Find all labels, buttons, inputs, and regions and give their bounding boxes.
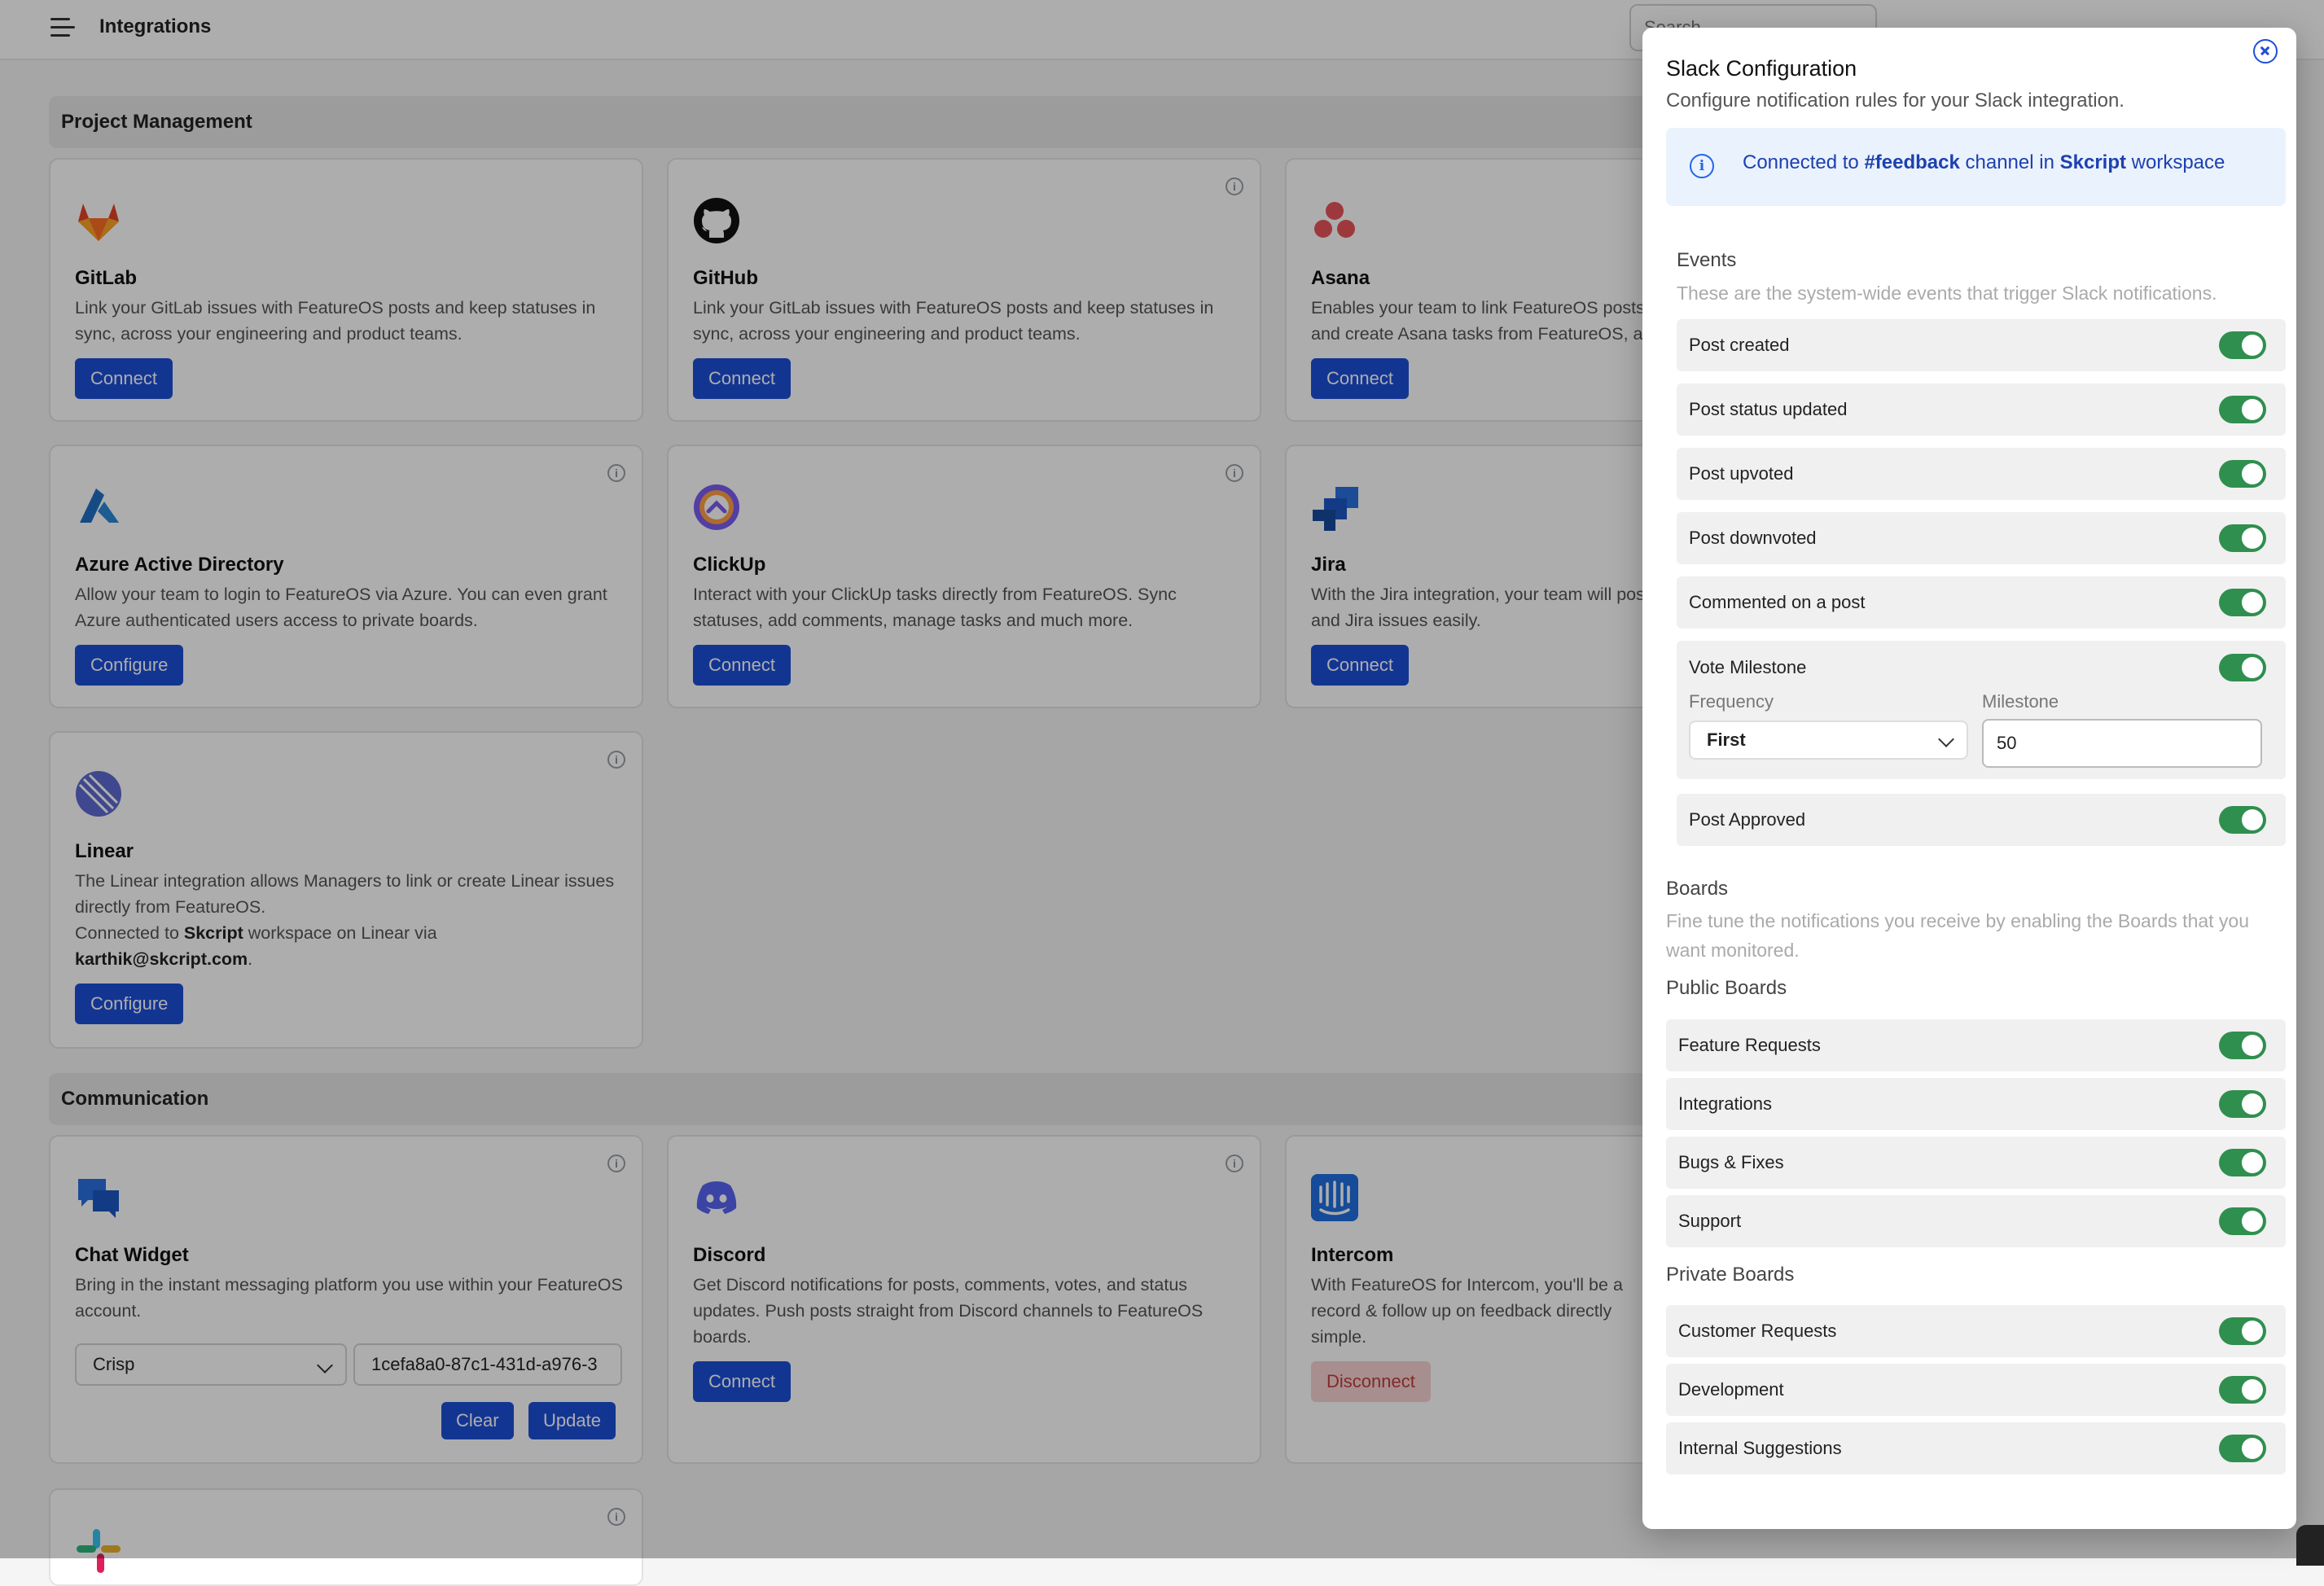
event-label: Post status updated [1689, 399, 1848, 419]
commented-on-a-post-toggle[interactable] [2219, 589, 2266, 616]
board-row-development: Development [1666, 1364, 2286, 1416]
private-boards-heading: Private Boards [1666, 1264, 1795, 1286]
post-approved-toggle[interactable] [2219, 806, 2266, 834]
feature-requests-toggle[interactable] [2219, 1032, 2266, 1059]
modal-title: Slack Configuration [1666, 56, 1857, 81]
customer-requests-toggle[interactable] [2219, 1317, 2266, 1345]
connection-banner-text: Connected to #feedback channel in Skcrip… [1743, 151, 2225, 173]
event-label: Vote Milestone [1689, 657, 1807, 677]
boards-description: Fine tune the notifications you receive … [1666, 910, 2250, 961]
board-label: Development [1678, 1379, 1784, 1400]
event-label: Post Approved [1689, 809, 1806, 830]
board-row-customer-requests: Customer Requests [1666, 1305, 2286, 1357]
board-row-internal-suggestions: Internal Suggestions [1666, 1422, 2286, 1474]
board-label: Support [1678, 1211, 1742, 1231]
event-row-vote-milestone: Vote Milestone Frequency Milestone First… [1677, 641, 2286, 779]
chevron-down-icon [1938, 731, 1954, 747]
board-label: Internal Suggestions [1678, 1438, 1842, 1458]
integrations-toggle[interactable] [2219, 1090, 2266, 1118]
event-label: Post upvoted [1689, 463, 1794, 484]
modal-subtitle: Configure notification rules for your Sl… [1666, 90, 2124, 112]
board-row-bugs-fixes: Bugs & Fixes [1666, 1137, 2286, 1189]
board-row-integrations: Integrations [1666, 1078, 2286, 1130]
post-created-toggle[interactable] [2219, 331, 2266, 359]
event-row-commented-on-a-post: Commented on a post [1677, 576, 2286, 629]
post-status-updated-toggle[interactable] [2219, 396, 2266, 423]
support-toggle[interactable] [2219, 1207, 2266, 1235]
post-downvoted-toggle[interactable] [2219, 524, 2266, 552]
event-row-post-downvoted: Post downvoted [1677, 512, 2286, 564]
event-label: Post downvoted [1689, 528, 1817, 548]
board-label: Customer Requests [1678, 1321, 1837, 1341]
milestone-input[interactable]: 50 [1982, 719, 2262, 768]
milestone-label: Milestone [1982, 691, 2059, 712]
board-row-support: Support [1666, 1195, 2286, 1247]
board-label: Integrations [1678, 1093, 1772, 1114]
connection-banner: i Connected to #feedback channel in Skcr… [1666, 128, 2286, 206]
event-row-post-approved: Post Approved [1677, 794, 2286, 846]
board-label: Feature Requests [1678, 1035, 1821, 1055]
post-upvoted-toggle[interactable] [2219, 460, 2266, 488]
development-toggle[interactable] [2219, 1376, 2266, 1404]
event-label: Post created [1689, 335, 1790, 355]
scroll-indicator[interactable] [2296, 1525, 2324, 1566]
boards-heading: Boards [1666, 878, 1729, 900]
slack-configuration-modal: Slack Configuration Configure notificati… [1642, 28, 2296, 1529]
close-icon[interactable] [2253, 39, 2278, 64]
frequency-label: Frequency [1689, 691, 1774, 712]
internal-suggestions-toggle[interactable] [2219, 1435, 2266, 1462]
info-icon: i [1690, 154, 1714, 178]
bugs-fixes-toggle[interactable] [2219, 1149, 2266, 1176]
event-row-post-created: Post created [1677, 319, 2286, 371]
vote-milestone-toggle[interactable] [2219, 654, 2266, 681]
frequency-select[interactable]: First [1689, 721, 1968, 760]
event-row-post-upvoted: Post upvoted [1677, 448, 2286, 500]
board-row-feature-requests: Feature Requests [1666, 1019, 2286, 1071]
channel-name: #feedback [1864, 151, 1960, 173]
board-label: Bugs & Fixes [1678, 1152, 1784, 1172]
public-boards-heading: Public Boards [1666, 977, 1787, 999]
events-heading: Events [1677, 249, 1737, 271]
event-label: Commented on a post [1689, 592, 1866, 612]
workspace-name: Skcript [2059, 151, 2126, 173]
event-row-post-status-updated: Post status updated [1677, 383, 2286, 436]
events-description: These are the system-wide events that tr… [1677, 283, 2217, 304]
